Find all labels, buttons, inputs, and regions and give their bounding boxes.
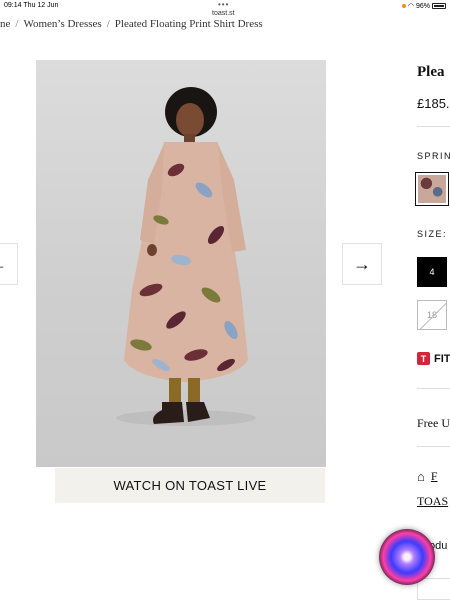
model-photo [116, 87, 256, 426]
status-bar: 09:14 Thu 12 Jun ••• toast.st ◠ 96% [0, 0, 450, 17]
siri-orb-icon[interactable] [379, 529, 435, 585]
divider [417, 446, 450, 447]
arrow-right-icon: → [353, 253, 371, 274]
breadcrumb-separator: / [15, 18, 19, 30]
colour-label: SPRIN [417, 151, 450, 161]
swatch-image [418, 175, 446, 203]
breadcrumb-item-home[interactable]: ne [0, 18, 10, 30]
divider [417, 126, 450, 127]
address-bar[interactable]: toast.st [212, 10, 235, 17]
breadcrumb: ne / Women’s Dresses / Pleated Floating … [0, 18, 263, 30]
product-title: Plea [417, 64, 445, 80]
multitask-grabber-icon[interactable]: ••• [218, 0, 229, 9]
recording-dot-icon [401, 4, 406, 8]
status-indicators: ◠ 96% [401, 2, 446, 10]
delivery-info: Free U [417, 416, 450, 430]
battery-percent: 96% [415, 2, 430, 10]
breadcrumb-item-womens-dresses[interactable]: Women’s Dresses [23, 18, 101, 30]
divider [417, 388, 450, 389]
breadcrumb-item-current: Pleated Floating Print Shirt Dress [114, 18, 263, 30]
arrow-left-icon: ← [0, 254, 7, 275]
store-availability-row[interactable]: ⌂ F [417, 469, 438, 484]
size-option-4[interactable]: 4 [417, 257, 447, 287]
gallery-prev-button[interactable]: ← [0, 243, 18, 285]
fit-label: FIT [434, 352, 450, 365]
find-in-store-link[interactable]: F [431, 469, 438, 484]
toast-link[interactable]: TOAS [417, 494, 448, 509]
size-option-18-unavailable[interactable]: 18 [417, 300, 447, 330]
fit-logo-icon: T [417, 352, 430, 365]
accordion-box[interactable] [417, 578, 450, 600]
size-label: SIZE: 4 [417, 229, 450, 239]
fit-advisor-link[interactable]: T FIT [417, 352, 450, 365]
store-icon: ⌂ [417, 469, 425, 484]
product-image[interactable] [36, 60, 326, 467]
product-price: £185. [417, 96, 450, 111]
battery-icon [432, 3, 446, 9]
gallery-next-button[interactable]: → [342, 243, 382, 285]
wifi-icon: ◠ [407, 3, 414, 10]
watch-on-toast-live-button[interactable]: WATCH ON TOAST LIVE [55, 468, 325, 503]
colour-swatch[interactable] [415, 172, 449, 206]
breadcrumb-separator: / [106, 18, 110, 30]
status-time: 09:14 Thu 12 Jun [4, 2, 59, 9]
